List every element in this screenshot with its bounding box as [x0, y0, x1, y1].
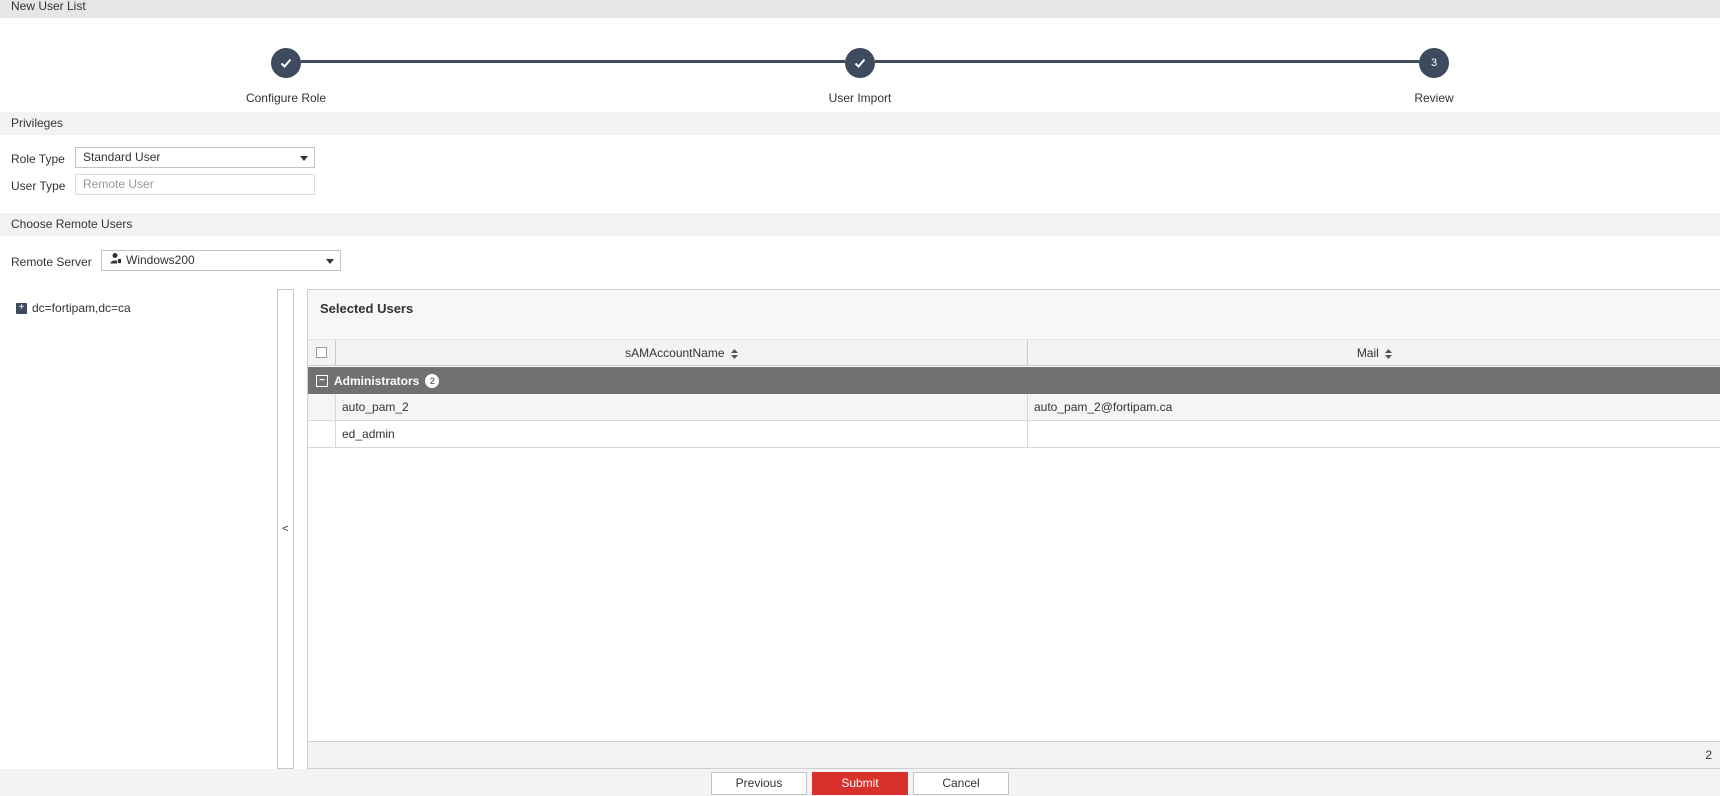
- step-1-label: Configure Role: [245, 91, 327, 105]
- column-label: sAMAccountName: [625, 346, 725, 360]
- row-select-cell[interactable]: [308, 421, 336, 447]
- collapse-minus-icon[interactable]: −: [316, 374, 328, 387]
- cell-mail: auto_pam_2@fortipam.ca: [1034, 400, 1173, 414]
- window-title: New User List: [0, 0, 1720, 18]
- select-all-checkbox[interactable]: [316, 347, 327, 358]
- table-footer-total: 2: [308, 741, 1720, 768]
- group-count-badge: 2: [425, 373, 440, 388]
- new-user-list-dialog: New User List Configure Role User Import…: [0, 0, 1720, 796]
- remote-server-value: Windows200: [126, 253, 195, 267]
- table-row[interactable]: ed_admin: [308, 421, 1720, 448]
- previous-button[interactable]: Previous: [711, 772, 807, 795]
- cell-mail: [1028, 421, 1720, 447]
- role-type-label: Role Type: [11, 152, 65, 166]
- chevron-down-icon: [326, 259, 334, 264]
- collapse-panel-toggle[interactable]: <: [277, 289, 294, 769]
- choose-remote-users-header: Choose Remote Users: [0, 213, 1720, 236]
- wizard-stepper: Configure Role User Import 3 Review: [0, 18, 1720, 110]
- selected-users-title: Selected Users: [308, 290, 1720, 338]
- cell-samaccountname: ed_admin: [336, 421, 1028, 447]
- table-row[interactable]: auto_pam_2 auto_pam_2@fortipam.ca: [308, 394, 1720, 421]
- user-type-label: User Type: [11, 179, 66, 193]
- remote-server-label: Remote Server: [11, 255, 92, 269]
- column-header-mail[interactable]: Mail: [1028, 340, 1720, 366]
- step-2-complete-icon: [845, 48, 875, 78]
- selected-users-panel: Selected Users sAMAccountName Mail − Adm…: [307, 289, 1720, 769]
- step-connector-1: [301, 60, 845, 63]
- column-header-samaccountname[interactable]: sAMAccountName: [336, 340, 1028, 366]
- role-type-value: Standard User: [83, 150, 161, 164]
- step-2-label: User Import: [828, 91, 892, 105]
- cancel-button[interactable]: Cancel: [913, 772, 1009, 795]
- table-header: sAMAccountName Mail: [308, 339, 1720, 366]
- step-3-label: Review: [1414, 91, 1454, 105]
- role-type-select[interactable]: Standard User: [75, 147, 315, 168]
- step-connector-2: [875, 60, 1419, 63]
- server-user-icon: [110, 251, 122, 270]
- group-row-administrators[interactable]: − Administrators 2: [308, 367, 1720, 394]
- tree-node-label: dc=fortipam,dc=ca: [32, 301, 131, 315]
- sort-icon: [730, 348, 738, 359]
- cell-samaccountname: auto_pam_2: [336, 394, 1028, 420]
- user-type-field: Remote User: [75, 174, 315, 195]
- row-select-cell[interactable]: [308, 394, 336, 420]
- step-1-complete-icon: [271, 48, 301, 78]
- remote-server-select[interactable]: Windows200: [101, 250, 341, 271]
- submit-button[interactable]: Submit: [812, 772, 908, 795]
- step-3-number: 3: [1419, 48, 1449, 78]
- expand-plus-icon[interactable]: +: [16, 302, 27, 314]
- group-name: Administrators: [334, 373, 420, 388]
- tree-node-root[interactable]: + dc=fortipam,dc=ca: [16, 301, 131, 315]
- column-label: Mail: [1356, 346, 1379, 360]
- select-all-cell: [308, 340, 336, 366]
- sort-icon: [1385, 348, 1393, 359]
- privileges-header: Privileges: [0, 112, 1720, 135]
- chevron-down-icon: [300, 156, 308, 161]
